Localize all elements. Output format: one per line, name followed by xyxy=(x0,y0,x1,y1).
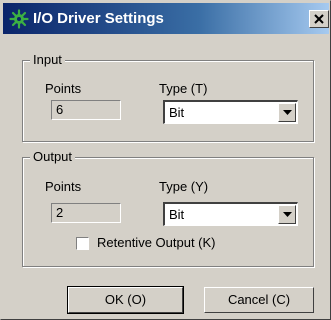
output-type-value: Bit xyxy=(169,207,185,222)
input-type-dropdown-button[interactable] xyxy=(278,103,296,122)
io-driver-gear-icon xyxy=(9,9,29,29)
output-type-label: Type (Y) xyxy=(159,179,209,194)
input-type-select[interactable]: Bit xyxy=(163,100,298,124)
close-icon xyxy=(314,14,324,24)
retentive-output-label[interactable]: Retentive Output (K) xyxy=(97,235,216,251)
input-points-value: 6 xyxy=(56,102,64,117)
output-points-field: 2 xyxy=(51,203,121,223)
output-type-select[interactable]: Bit xyxy=(163,202,298,226)
output-points-label: Points xyxy=(45,179,82,194)
cancel-button[interactable]: Cancel (C) xyxy=(204,287,314,313)
ok-button-label: OK (O) xyxy=(104,292,147,307)
retentive-output-checkbox[interactable] xyxy=(76,237,89,250)
ok-button[interactable]: OK (O) xyxy=(67,286,184,314)
io-driver-settings-dialog: I/O Driver Settings Input Points 6 Type … xyxy=(0,0,331,320)
output-type-dropdown-button[interactable] xyxy=(278,205,296,224)
input-points-field: 6 xyxy=(51,100,121,120)
window-title: I/O Driver Settings xyxy=(33,10,164,27)
output-group-legend: Output xyxy=(30,149,76,165)
chevron-down-icon xyxy=(283,212,292,217)
title-bar[interactable]: I/O Driver Settings xyxy=(3,3,329,34)
input-type-label: Type (T) xyxy=(159,81,208,96)
close-button[interactable] xyxy=(309,10,329,28)
chevron-down-icon xyxy=(283,110,292,115)
input-type-value: Bit xyxy=(169,105,185,120)
input-points-label: Points xyxy=(45,81,82,96)
cancel-button-label: Cancel (C) xyxy=(227,292,291,307)
input-group-legend: Input xyxy=(30,52,65,68)
output-points-value: 2 xyxy=(56,205,64,220)
